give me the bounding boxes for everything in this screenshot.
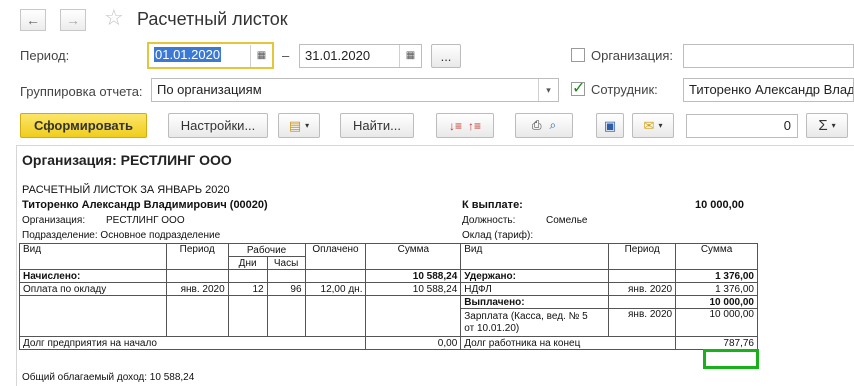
salary-label: Оклад (тариф): <box>462 230 534 241</box>
accrual-sum: 10 588,24 <box>365 282 462 296</box>
sort-descending-icon[interactable]: ↑≡ <box>468 119 481 133</box>
sort-ascending-icon[interactable]: ↓≡ <box>449 119 462 133</box>
chevron-down-icon: ▾ <box>658 121 663 130</box>
position-label: Должность: <box>462 215 516 226</box>
header-sum: Сумма <box>365 243 462 270</box>
report-org-header: Организация: РЕСТЛИНГ ООО <box>22 152 232 168</box>
preview-icon[interactable]: ⌕ <box>549 118 556 133</box>
header-sum-right: Сумма <box>675 243 758 270</box>
chevron-down-icon: ▾ <box>305 121 310 130</box>
period-select-button[interactable]: ... <box>431 44 461 68</box>
print-buttons[interactable]: ⎙ ⌕ <box>515 113 573 138</box>
sum-field[interactable]: 0 <box>686 114 798 138</box>
chevron-down-icon: ▾ <box>831 121 836 130</box>
back-button[interactable]: ← <box>20 9 46 31</box>
page-title: Расчетный листок <box>137 9 288 29</box>
withheld-label: Удержано: <box>460 269 610 283</box>
ndfl-kind: НДФЛ <box>460 282 610 296</box>
grouping-select[interactable]: По организациям ▾ <box>151 78 559 102</box>
header-period-right: Период <box>608 243 677 270</box>
find-button[interactable]: Найти... <box>340 113 414 138</box>
envelope-icon: ✉ <box>643 117 655 133</box>
folder-icon: ▤ <box>288 117 302 133</box>
date-from-input[interactable]: 01.01.2020 ▦ <box>147 42 274 69</box>
organization-input[interactable] <box>683 44 854 68</box>
sheet-title: РАСЧЕТНЫЙ ЛИСТОК ЗА ЯНВАРЬ 2020 <box>22 184 230 196</box>
sort-buttons[interactable]: ↓≡ ↑≡ <box>436 113 494 138</box>
org-label: Организация: <box>22 215 86 226</box>
star-icon[interactable]: ☆ <box>104 5 124 31</box>
to-pay-label: К выплате: <box>462 199 523 211</box>
accrual-paid: 12,00 дн. <box>304 282 367 296</box>
accrued-total: 10 588,24 <box>365 269 462 283</box>
variants-button[interactable]: ▤ ▾ <box>278 113 320 138</box>
sigma-icon: Σ <box>818 117 828 134</box>
position-value: Сомелье <box>546 215 588 226</box>
company-debt-label: Долг предприятия на начало <box>18 336 367 350</box>
salary-payment-kind: Зарплата (Касса, вед. № 5 от 10.01.20) <box>460 308 610 337</box>
employee-debt-value: 787,76 <box>675 336 758 350</box>
org-value: РЕСТЛИНГ ООО <box>106 215 185 226</box>
header-kind-right: Вид <box>460 243 610 270</box>
to-pay-value: 10 000,00 <box>695 199 744 211</box>
header-work: Рабочие <box>227 243 306 257</box>
header-paid: Оплачено <box>304 243 367 270</box>
sum-mode-button[interactable]: Σ ▾ <box>806 113 848 138</box>
arrow-right-icon: → <box>66 12 80 28</box>
employee-name: Титоренко Александр Владимирович (00020) <box>22 199 268 211</box>
employee-debt-label: Долг работника на конец <box>460 336 677 350</box>
salary-payment-period: янв. 2020 <box>608 308 677 337</box>
employee-label: Сотрудник: <box>591 82 658 97</box>
header-kind: Вид <box>19 243 167 270</box>
forward-button[interactable]: → <box>60 9 86 31</box>
ndfl-period: янв. 2020 <box>608 282 677 296</box>
period-dash: – <box>282 48 290 63</box>
header-days: Дни <box>227 256 268 270</box>
print-icon[interactable]: ⎙ <box>532 118 542 133</box>
paid-total: 10 000,00 <box>675 295 758 309</box>
company-debt-value: 0,00 <box>365 336 462 350</box>
settings-button[interactable]: Настройки... <box>168 113 268 138</box>
date-to-input[interactable]: 31.01.2020 ▦ <box>299 44 422 68</box>
total-income: Общий облагаемый доход: 10 588,24 <box>22 372 195 383</box>
organization-checkbox[interactable] <box>571 48 585 62</box>
save-button[interactable]: ▣ <box>596 113 624 138</box>
highlight-frame <box>703 349 759 369</box>
generate-button[interactable]: Сформировать <box>20 113 147 138</box>
header-hours: Часы <box>266 256 306 270</box>
ndfl-sum: 1 376,00 <box>675 282 758 296</box>
send-button[interactable]: ✉ ▾ <box>632 113 674 138</box>
grouping-label: Группировка отчета: <box>20 84 143 99</box>
calendar-icon[interactable]: ▦ <box>250 45 272 67</box>
employee-checkbox[interactable] <box>571 78 585 98</box>
calendar-icon[interactable]: ▦ <box>399 45 421 67</box>
accrual-period: янв. 2020 <box>165 282 229 296</box>
accrual-days: 12 <box>227 282 268 296</box>
chevron-down-icon[interactable]: ▾ <box>538 79 558 101</box>
department: Подразделение: Основное подразделение <box>22 230 221 241</box>
withheld-total: 1 376,00 <box>675 269 758 283</box>
header-period: Период <box>165 243 229 270</box>
paid-label: Выплачено: <box>460 295 610 309</box>
organization-label: Организация: <box>591 48 674 63</box>
period-label: Период: <box>20 48 70 63</box>
employee-input[interactable]: Титоренко Александр Влади <box>683 78 854 102</box>
accrual-kind: Оплата по окладу <box>19 282 167 296</box>
payslip-table: Вид Период Рабочие Оплачено Сумма Вид Пе… <box>18 243 758 350</box>
accrual-hours: 96 <box>266 282 306 296</box>
arrow-left-icon: ← <box>26 12 40 28</box>
accrued-label: Начислено: <box>19 269 167 283</box>
salary-payment-sum: 10 000,00 <box>675 308 758 337</box>
save-icon: ▣ <box>603 117 617 133</box>
